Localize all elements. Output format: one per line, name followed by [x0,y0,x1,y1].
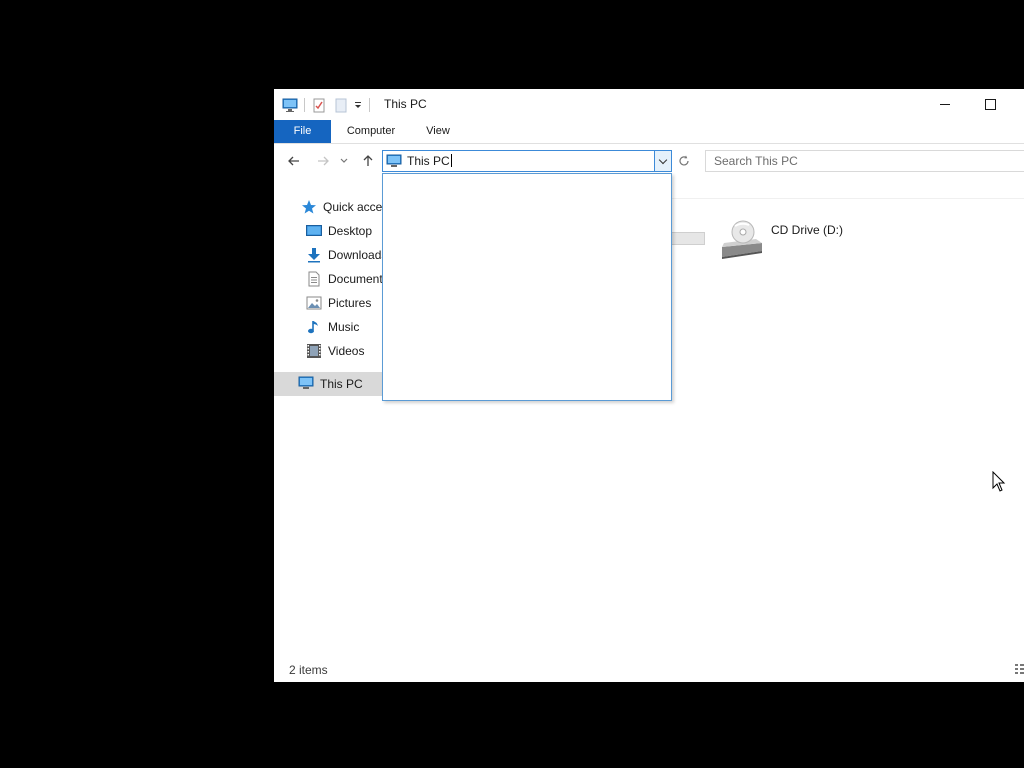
content-divider [670,198,1024,199]
sidebar-item-label: Pictures [328,296,372,310]
sidebar-item-label: Music [328,320,360,334]
explorer-window: This PC File Computer View This PC Searc… [274,89,1024,682]
sidebar-item-this-pc[interactable]: This PC [274,372,382,396]
drive-item-cd[interactable]: CD Drive (D:) [720,219,900,263]
sidebar-item-label: Documents [328,272,389,286]
tab-file[interactable]: File [274,120,331,143]
tab-computer[interactable]: Computer [336,120,406,143]
customize-toolbar-icon[interactable] [353,97,363,113]
new-folder-icon[interactable] [333,97,349,113]
videos-folder-icon [306,343,322,359]
downloads-folder-icon [306,247,322,263]
address-suggestions-dropdown[interactable] [382,173,672,401]
tab-view[interactable]: View [416,120,460,143]
status-item-count: 2 items [289,663,328,677]
maximize-icon [984,98,996,110]
minimize-button[interactable] [922,89,968,119]
refresh-button[interactable] [675,150,693,172]
details-view-button[interactable] [1014,662,1024,676]
details-view-icon [1015,664,1024,674]
drive-label: CD Drive (D:) [771,223,843,237]
search-box[interactable]: Search This PC [705,150,1024,172]
address-input[interactable]: This PC [407,154,452,168]
minimize-icon [940,103,950,105]
navigation-bar: This PC Search This PC [274,148,1024,174]
up-button[interactable] [358,150,378,172]
sidebar-item-label: Desktop [328,224,373,238]
pictures-folder-icon [306,295,322,311]
forward-button[interactable] [313,150,333,172]
recent-locations-button[interactable] [338,150,350,172]
mouse-cursor-icon [992,470,1006,493]
arrow-left-icon [288,156,299,166]
address-bar[interactable]: This PC [382,150,672,172]
chevron-down-icon [658,155,668,164]
computer-icon[interactable] [282,97,298,113]
title-bar: This PC [274,89,1024,119]
maximize-button[interactable] [967,89,1013,119]
refresh-icon [679,155,689,166]
address-dropdown-button[interactable] [654,151,671,171]
computer-icon [386,154,402,171]
back-button[interactable] [284,150,304,172]
sidebar-item-label: This PC [320,377,363,391]
cd-drive-icon [720,219,764,261]
ribbon-tabs: File Computer View [274,120,1024,144]
arrow-up-icon [363,155,373,166]
sidebar-item-label: Videos [328,344,365,358]
arrow-right-icon [318,156,329,166]
chevron-down-icon [340,158,348,163]
sidebar-item-label: Downloads [328,248,388,262]
desktop-folder-icon [306,223,322,239]
quick-access-toolbar [282,96,376,114]
search-input[interactable]: Search This PC [714,154,798,168]
drive-usage-bar [670,232,705,245]
computer-icon [298,376,314,392]
properties-icon[interactable] [311,97,327,113]
music-folder-icon [306,319,322,335]
documents-folder-icon [306,271,322,287]
star-icon [301,199,317,215]
window-title: This PC [384,97,427,111]
